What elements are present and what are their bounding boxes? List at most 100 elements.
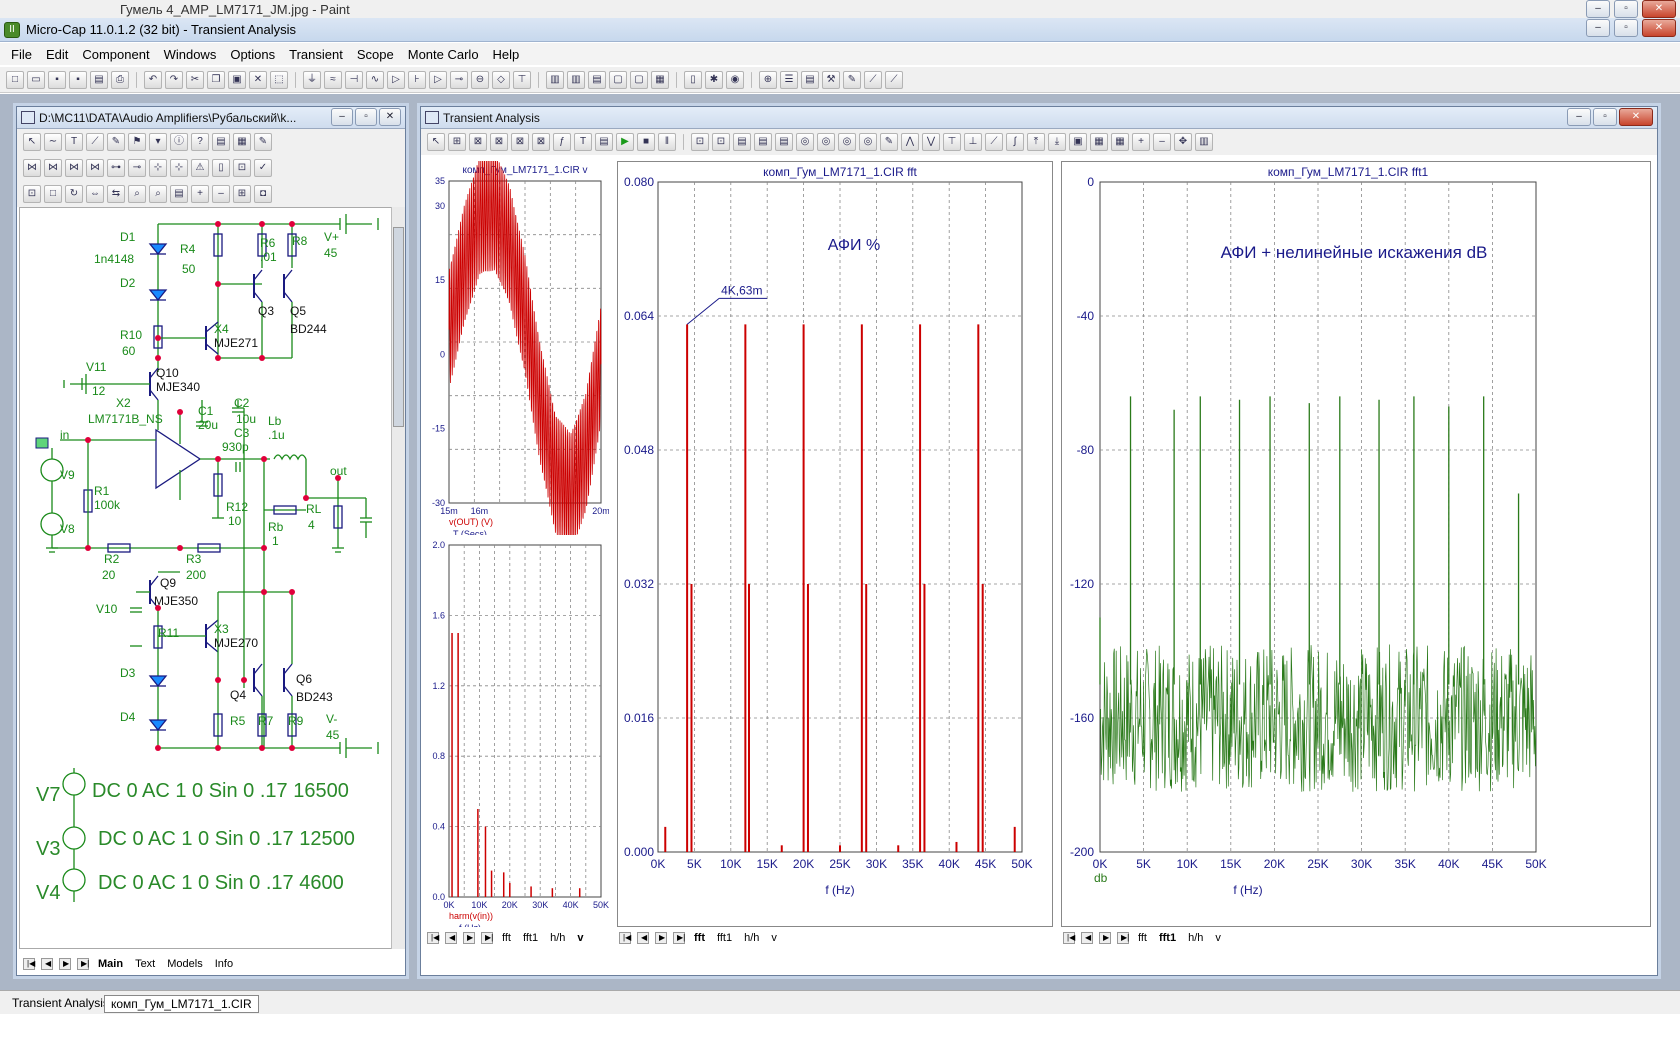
low-icon[interactable]: ⊥: [964, 133, 982, 151]
diode-icon[interactable]: ▷: [387, 70, 405, 89]
table-icon[interactable]: ▤: [733, 133, 751, 151]
limits-icon[interactable]: ▤: [595, 133, 613, 151]
text-tool-icon[interactable]: T: [65, 133, 83, 151]
scale2-icon[interactable]: ⊠: [490, 133, 508, 151]
pause-icon[interactable]: ‖: [658, 133, 676, 151]
page-setup-icon[interactable]: ▤: [170, 185, 188, 203]
tab-fft1[interactable]: fft1: [1156, 932, 1179, 944]
peak-icon[interactable]: ⋀: [901, 133, 919, 151]
schematic-vscrollbar[interactable]: [391, 207, 405, 949]
tile-icon[interactable]: ▥: [1195, 133, 1213, 151]
analysis-close-button[interactable]: ✕: [1619, 108, 1653, 126]
line-tool-icon[interactable]: ⟋: [86, 133, 104, 151]
global-high-icon[interactable]: ⤒: [1027, 133, 1045, 151]
current-icon[interactable]: ⋈: [65, 159, 83, 177]
preview-icon[interactable]: ▤: [90, 70, 108, 89]
tab-models[interactable]: Models: [164, 958, 205, 970]
cursor4-icon[interactable]: ◎: [859, 133, 877, 151]
zoom-out-icon[interactable]: –: [212, 185, 230, 203]
schematic-vscroll-thumb[interactable]: [393, 227, 404, 427]
camera-icon[interactable]: ◘: [254, 185, 272, 203]
menu-help[interactable]: Help: [486, 47, 527, 62]
zoom-fit-icon[interactable]: ⊞: [233, 185, 251, 203]
next-page-icon[interactable]: ▶: [59, 958, 71, 970]
stop-icon[interactable]: ■: [637, 133, 655, 151]
paste-icon[interactable]: ▣: [228, 70, 246, 89]
tab-text[interactable]: Text: [132, 958, 158, 970]
tab-v[interactable]: v: [768, 932, 780, 944]
component-icon[interactable]: ⊞: [448, 133, 466, 151]
help-icon[interactable]: ?: [191, 133, 209, 151]
copy-icon[interactable]: ❐: [207, 70, 225, 89]
nav-next-icon[interactable]: ▶: [655, 932, 667, 944]
power-icon[interactable]: ⋈: [86, 159, 104, 177]
page-icon[interactable]: ▯: [684, 70, 702, 89]
tokens-icon[interactable]: ▦: [1111, 133, 1129, 151]
save-icon[interactable]: ▪: [48, 70, 66, 89]
tile-horizontal-icon[interactable]: ▤: [588, 70, 606, 89]
open-folder-icon[interactable]: ▭: [27, 70, 45, 89]
transistor-icon[interactable]: ⊦: [408, 70, 426, 89]
save-all-icon[interactable]: ▪: [69, 70, 87, 89]
find-icon[interactable]: ⌕: [128, 185, 146, 203]
properties-icon[interactable]: ▤: [801, 70, 819, 89]
tab-fft1[interactable]: fft1: [520, 932, 541, 944]
window2-icon[interactable]: ▢: [630, 70, 648, 89]
warning-icon[interactable]: ⚠: [191, 159, 209, 177]
table2-icon[interactable]: ▤: [754, 133, 772, 151]
grid-icon[interactable]: ▦: [233, 133, 251, 151]
cascade-icon[interactable]: ▥: [546, 70, 564, 89]
zoom-out-icon[interactable]: –: [1153, 133, 1171, 151]
find-next-icon[interactable]: ⌕: [149, 185, 167, 203]
clipboard-icon[interactable]: ▣: [1069, 133, 1087, 151]
undo-icon[interactable]: ↶: [144, 70, 162, 89]
flip-icon[interactable]: ⇔: [86, 185, 104, 203]
app-close-button[interactable]: ✕: [1642, 19, 1676, 37]
taskbar-circuit-file[interactable]: комп_Гум_LM7171_1.CIR: [104, 995, 259, 1013]
nav-next-icon[interactable]: ▶: [463, 932, 475, 944]
tab-v[interactable]: v: [574, 932, 586, 944]
cursor-icon[interactable]: ◎: [796, 133, 814, 151]
menu-transient[interactable]: Transient: [282, 47, 350, 62]
tab-main[interactable]: Main: [95, 958, 126, 970]
page-icon[interactable]: ▯: [212, 159, 230, 177]
app-minimize-button[interactable]: –: [1586, 19, 1610, 37]
probe-icon[interactable]: ⊕: [759, 70, 777, 89]
pin-icon[interactable]: ⊸: [128, 159, 146, 177]
valley-icon[interactable]: ⋁: [922, 133, 940, 151]
high-icon[interactable]: ⊤: [943, 133, 961, 151]
nav-first-icon[interactable]: |◀: [619, 932, 631, 944]
pen-icon[interactable]: ✎: [107, 133, 125, 151]
text-tool-icon[interactable]: T: [574, 133, 592, 151]
node-icon[interactable]: ◇: [492, 70, 510, 89]
plot-add-icon[interactable]: ⊡: [691, 133, 709, 151]
plot-del-icon[interactable]: ⊡: [712, 133, 730, 151]
connect-icon[interactable]: ⊹: [170, 159, 188, 177]
print-icon[interactable]: ⎙: [111, 70, 129, 89]
scale-icon[interactable]: ⊠: [469, 133, 487, 151]
flag-icon[interactable]: ⚑: [128, 133, 146, 151]
data-points-icon[interactable]: ▦: [1090, 133, 1108, 151]
component-icon[interactable]: ✱: [705, 70, 723, 89]
taskbar-transient-analysis[interactable]: Transient Analysis: [6, 995, 115, 1011]
rotate-icon[interactable]: ↻: [65, 185, 83, 203]
formula-icon[interactable]: ƒ: [553, 133, 571, 151]
source-icon[interactable]: ⊖: [471, 70, 489, 89]
nav-prev-icon[interactable]: ◀: [637, 932, 649, 944]
first-page-icon[interactable]: |◀: [23, 958, 35, 970]
bounding-box-icon[interactable]: ⊡: [23, 185, 41, 203]
globe-icon[interactable]: ◉: [726, 70, 744, 89]
component-menu-icon[interactable]: ▾: [149, 133, 167, 151]
check-icon[interactable]: ✓: [254, 159, 272, 177]
nav-last-icon[interactable]: ▶|: [481, 932, 493, 944]
nav-first-icon[interactable]: |◀: [427, 932, 439, 944]
voltage-icon[interactable]: ⋈: [44, 159, 62, 177]
edit-icon[interactable]: ✎: [254, 133, 272, 151]
plot-settings-icon[interactable]: ⟋: [885, 70, 903, 89]
new-file-icon[interactable]: □: [6, 70, 24, 89]
box-icon[interactable]: □: [44, 185, 62, 203]
mirror-icon[interactable]: ⇆: [107, 185, 125, 203]
node-numbers-icon[interactable]: ⋈: [23, 159, 41, 177]
zoom-in-icon[interactable]: +: [1132, 133, 1150, 151]
window-icon[interactable]: ▢: [609, 70, 627, 89]
